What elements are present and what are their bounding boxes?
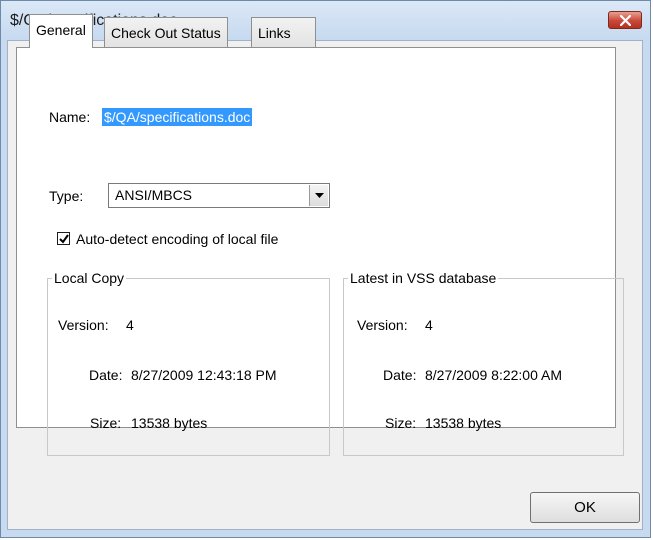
name-value[interactable]: $/QA/specifications.doc bbox=[102, 108, 253, 126]
type-select-value: ANSI/MBCS bbox=[115, 187, 193, 203]
vss-date-value: 8/27/2009 8:22:00 AM bbox=[425, 367, 562, 383]
close-icon bbox=[620, 15, 631, 26]
vss-size-value: 13538 bytes bbox=[425, 415, 502, 431]
ok-button-label: OK bbox=[574, 499, 596, 516]
vss-size-label: Size: bbox=[385, 415, 417, 431]
autodetect-checkbox[interactable] bbox=[57, 232, 70, 245]
chevron-down-icon bbox=[315, 193, 324, 198]
local-copy-title: Local Copy bbox=[52, 270, 127, 286]
close-button[interactable] bbox=[608, 11, 642, 29]
type-select[interactable]: ANSI/MBCS bbox=[108, 183, 330, 208]
autodetect-label: Auto-detect encoding of local file bbox=[76, 231, 279, 247]
type-label: Type: bbox=[49, 188, 84, 204]
vss-version-value: 4 bbox=[425, 317, 433, 333]
tab-general[interactable]: General bbox=[29, 14, 93, 48]
type-dropdown-button[interactable] bbox=[309, 185, 328, 206]
checkmark-icon bbox=[59, 234, 69, 244]
local-date-value: 8/27/2009 12:43:18 PM bbox=[131, 367, 277, 383]
tab-general-label: General bbox=[36, 22, 86, 38]
latest-vss-title: Latest in VSS database bbox=[348, 270, 499, 286]
ok-button[interactable]: OK bbox=[530, 492, 640, 523]
name-label: Name: bbox=[49, 109, 91, 125]
local-version-value: 4 bbox=[126, 317, 134, 333]
tab-check-out-status[interactable]: Check Out Status bbox=[104, 17, 228, 47]
local-size-value: 13538 bytes bbox=[131, 415, 208, 431]
local-date-label: Date: bbox=[89, 367, 123, 383]
vss-date-label: Date: bbox=[383, 367, 417, 383]
tab-links-label: Links bbox=[258, 25, 291, 41]
local-version-label: Version: bbox=[58, 317, 109, 333]
local-size-label: Size: bbox=[90, 415, 122, 431]
vss-version-label: Version: bbox=[357, 317, 408, 333]
tab-check-out-status-label: Check Out Status bbox=[111, 25, 221, 41]
title-bar: $/QA/specifications.doc bbox=[1, 1, 650, 41]
tab-links[interactable]: Links bbox=[251, 17, 316, 47]
